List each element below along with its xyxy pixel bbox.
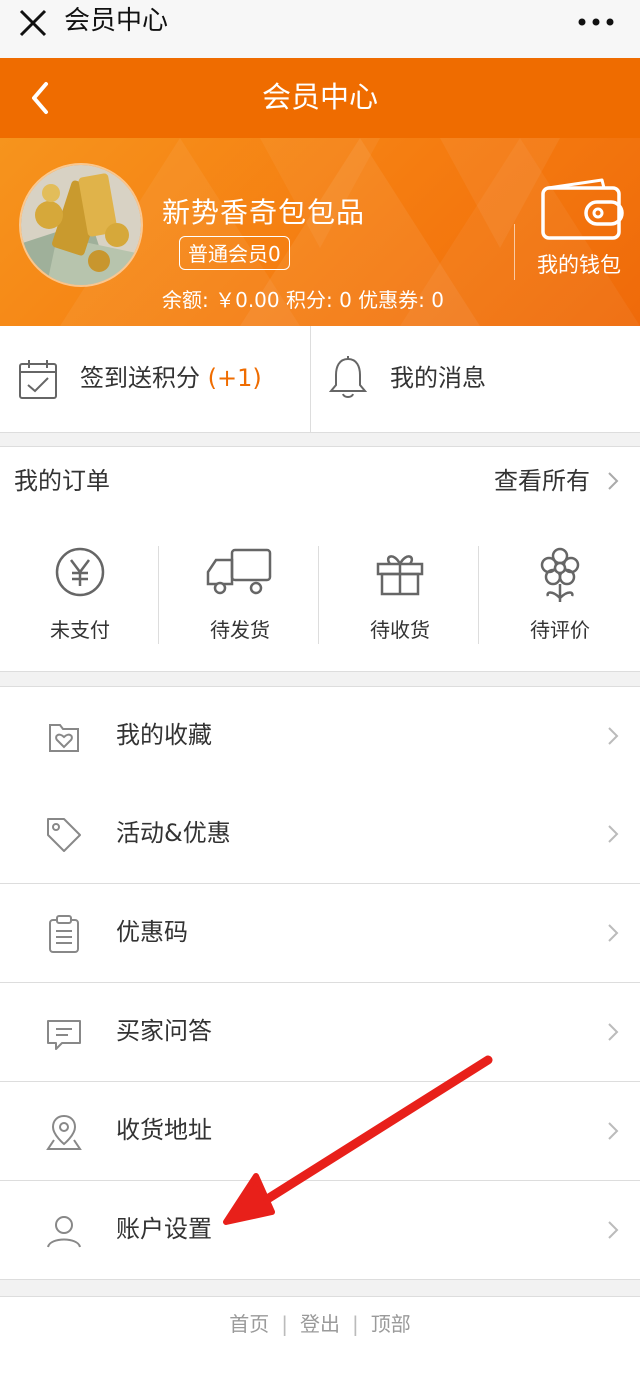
calendar-check-icon[interactable] [18,358,58,400]
menu-item-favorites[interactable]: 我的收藏 [0,686,640,786]
orders-title: 我的订单 [14,467,110,495]
wallet-divider [514,224,515,280]
chevron-right-icon [608,924,619,942]
chevron-right-icon [608,727,619,745]
menu-item-label: 活动&优惠 [116,819,231,847]
favorite-folder-icon [49,724,79,752]
footer-links: 首页 | 登出 | 顶部 [0,1310,640,1338]
member-level-badge: 普通会员0 [179,236,290,270]
annotation-arrow-icon [223,1055,493,1225]
menu-item-label: 我的收藏 [116,721,212,749]
checkin-button[interactable]: 签到送积分 (+1) [80,361,262,395]
chat-icon [47,1020,81,1050]
more-icon[interactable] [574,6,618,36]
footer-separator: | [281,1312,288,1336]
tag-icon [47,818,81,852]
chevron-right-icon [608,1221,619,1239]
account-summary: 余额: ￥0.00 积分: 0 优惠券: 0 [162,288,444,312]
user-icon [47,1216,81,1248]
gift-box-icon [376,555,424,596]
footer-separator: | [352,1312,359,1336]
menu-item-label: 收货地址 [116,1116,212,1144]
location-icon [46,1114,82,1150]
order-status-label: 未支付 [50,618,110,642]
order-status-label: 待发货 [210,618,270,642]
order-status-label: 待评价 [530,618,590,642]
chevron-right-icon [608,1023,619,1041]
page-title: 会员中心 [261,80,378,114]
footer-top-link[interactable]: 顶部 [371,1312,411,1336]
clipboard-icon [49,915,79,953]
close-icon[interactable] [16,6,50,40]
menu-item-label: 买家问答 [116,1017,212,1045]
menu-item-promotions[interactable]: 活动&优惠 [0,785,640,884]
wechat-title: 会员中心 [64,6,169,36]
order-divider [478,546,479,644]
truck-icon [206,548,272,595]
checkin-label: 签到送积分 [80,364,200,392]
order-status-to-receive[interactable]: 待收货 [320,540,480,652]
order-status-label: 待收货 [370,618,430,642]
quick-divider [310,326,311,432]
flower-icon [540,547,580,602]
chevron-right-icon [608,1122,619,1140]
view-all-orders-link[interactable]: 查看所有 [494,464,590,498]
menu-item-label: 优惠码 [116,918,188,946]
order-status-to-review[interactable]: 待评价 [480,540,640,652]
messages-button[interactable]: 我的消息 [390,361,486,395]
wallet-label[interactable]: 我的钱包 [529,250,629,280]
chevron-right-icon [608,472,619,490]
order-divider [318,546,319,644]
username: 新势香奇包包品 [162,196,366,229]
order-divider [158,546,159,644]
checkin-bonus: (+1) [207,364,262,392]
bell-icon[interactable] [328,355,368,401]
wallet-icon[interactable] [540,178,624,242]
chevron-right-icon [608,825,619,843]
avatar[interactable] [19,163,143,287]
menu-item-coupon-code[interactable]: 优惠码 [0,884,640,983]
order-status-to-ship[interactable]: 待发货 [160,540,320,652]
footer-logout-link[interactable]: 登出 [300,1312,340,1336]
footer-home-link[interactable]: 首页 [229,1312,269,1336]
menu-item-label: 账户设置 [116,1215,212,1243]
yen-circle-icon [55,547,105,597]
order-status-unpaid[interactable]: 未支付 [0,540,160,652]
